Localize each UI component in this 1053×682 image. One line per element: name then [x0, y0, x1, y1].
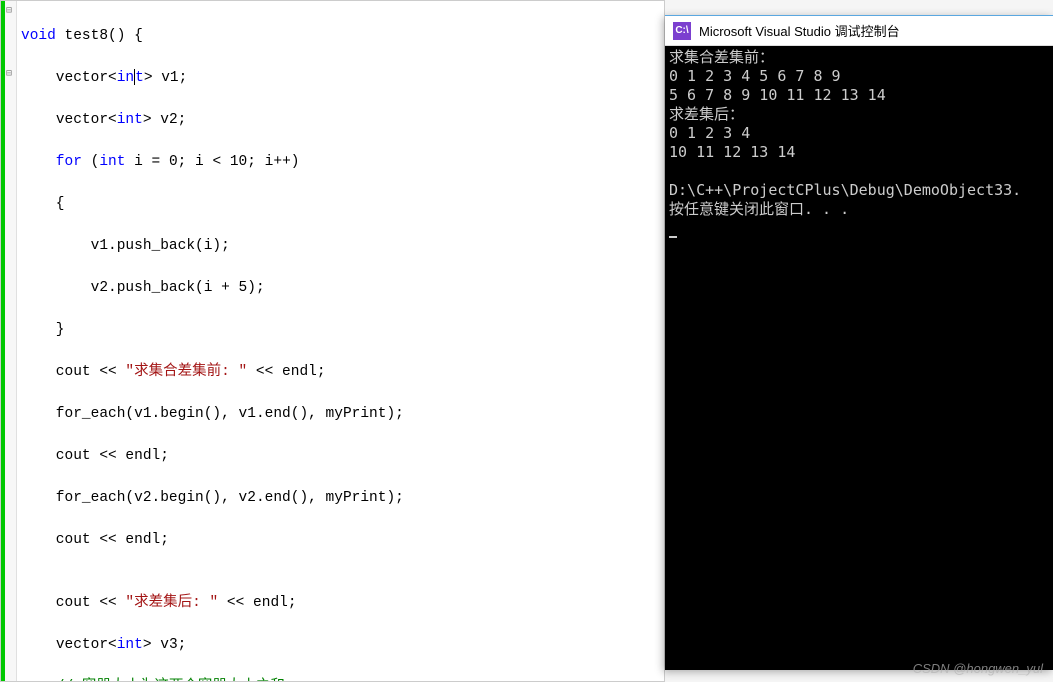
code-line: {: [21, 194, 664, 215]
console-line: 5 6 7 8 9 10 11 12 13 14: [669, 86, 886, 104]
keyword-int: t: [135, 70, 144, 86]
keyword-int: in: [117, 70, 134, 86]
code-line: v2.push_back(i + 5);: [21, 278, 664, 299]
code-editor-pane[interactable]: ⊟ ⊟ void test8() { vector<int> v1; vecto…: [0, 0, 665, 682]
code-line: }: [21, 320, 664, 341]
code-comment: // 容器大小为这两个容器大小之和: [21, 677, 664, 681]
editor-gutter: ⊟ ⊟: [1, 1, 17, 681]
console-line: 10 11 12 13 14: [669, 143, 795, 161]
console-titlebar[interactable]: C:\ Microsoft Visual Studio 调试控制台: [665, 16, 1053, 46]
code-line: cout << "求差集后: " << endl;: [21, 593, 664, 614]
console-line: 按任意键关闭此窗口. . .: [669, 200, 849, 218]
vs-console-icon: C:\: [673, 22, 691, 40]
console-line: 0 1 2 3 4 5 6 7 8 9: [669, 67, 841, 85]
code-line: vector<int> v2;: [21, 110, 664, 131]
code-text: vector<: [21, 70, 117, 86]
console-output[interactable]: 求集合差集前： 0 1 2 3 4 5 6 7 8 9 5 6 7 8 9 10…: [665, 46, 1053, 670]
code-line: v1.push_back(i);: [21, 236, 664, 257]
code-text: > v1;: [144, 70, 188, 86]
console-line: 求差集后：: [669, 105, 744, 123]
code-line: cout << "求集合差集前: " << endl;: [21, 362, 664, 383]
code-line: for_each(v2.begin(), v2.end(), myPrint);: [21, 488, 664, 509]
code-line: cout << endl;: [21, 446, 664, 467]
code-line: cout << endl;: [21, 530, 664, 551]
outline-indicator: [1, 1, 5, 681]
text-cursor: [134, 69, 135, 85]
keyword-void: void: [21, 28, 56, 44]
console-cursor: [669, 236, 677, 238]
console-line: D:\C++\ProjectCPlus\Debug\DemoObject33.: [669, 181, 1021, 199]
fn-signature: test8() {: [56, 28, 143, 44]
code-line: for_each(v1.begin(), v1.end(), myPrint);: [21, 404, 664, 425]
fold-toggle-icon[interactable]: ⊟: [6, 68, 12, 80]
code-line: for (int i = 0; i < 10; i++): [21, 152, 664, 173]
fold-toggle-icon[interactable]: ⊟: [6, 5, 12, 17]
console-line: 求集合差集前：: [669, 48, 774, 66]
code-text-area[interactable]: void test8() { vector<int> v1; vector<in…: [17, 1, 664, 681]
code-line: vector<int> v3;: [21, 635, 664, 656]
console-line: 0 1 2 3 4: [669, 124, 750, 142]
debug-console-window[interactable]: C:\ Microsoft Visual Studio 调试控制台 求集合差集前…: [665, 15, 1053, 670]
console-title: Microsoft Visual Studio 调试控制台: [699, 21, 900, 40]
